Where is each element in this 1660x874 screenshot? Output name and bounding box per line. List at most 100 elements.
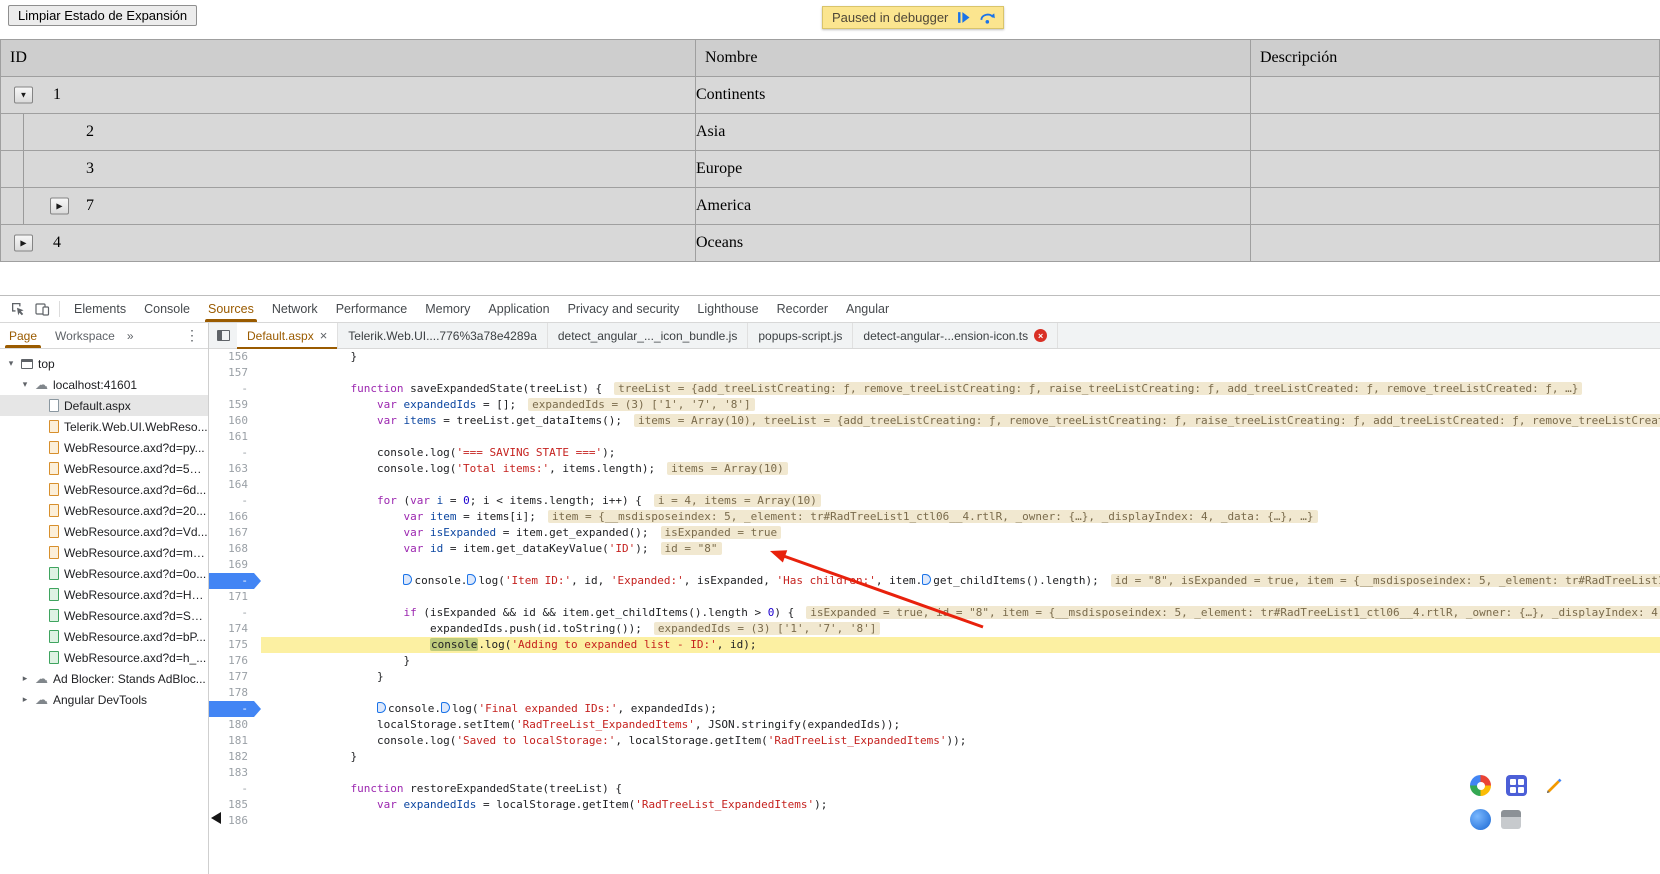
- collapse-row-button[interactable]: ▼: [14, 86, 33, 104]
- line-number[interactable]: 167: [209, 525, 261, 541]
- line-number[interactable]: -: [209, 493, 261, 509]
- panel-tab-lighthouse[interactable]: Lighthouse: [688, 296, 767, 322]
- close-tab-icon[interactable]: ×: [320, 328, 328, 343]
- panel-tab-recorder[interactable]: Recorder: [768, 296, 837, 322]
- resume-script-icon[interactable]: [956, 10, 971, 25]
- panel-tab-memory[interactable]: Memory: [416, 296, 479, 322]
- twisty-closed-icon[interactable]: ▸: [20, 694, 30, 705]
- inline-breakpoint-icon[interactable]: [922, 574, 932, 585]
- panel-tab-network[interactable]: Network: [263, 296, 327, 322]
- line-number[interactable]: 177: [209, 669, 261, 685]
- tree-item-webresource-axd-d-h[interactable]: WebResource.axd?d=h_...: [0, 647, 208, 668]
- pencil-extension-icon[interactable]: [1543, 775, 1565, 797]
- clear-expansion-state-button[interactable]: Limpiar Estado de Expansión: [8, 5, 198, 26]
- line-number[interactable]: 160: [209, 413, 261, 429]
- code-token: console.log(: [271, 446, 457, 459]
- line-number[interactable]: 182: [209, 749, 261, 765]
- gray-extension-icon[interactable]: [1501, 810, 1521, 829]
- tree-item-telerik-web-ui-webreso[interactable]: Telerik.Web.UI.WebReso...: [0, 416, 208, 437]
- tree-item-webresource-axd-d-bp[interactable]: WebResource.axd?d=bP...: [0, 626, 208, 647]
- tree-item-webresource-axd-d-0o[interactable]: WebResource.axd?d=0o...: [0, 563, 208, 584]
- triangle-right-icon: ▶: [56, 201, 63, 211]
- line-number[interactable]: -: [209, 605, 261, 621]
- code-token: , id);: [716, 638, 757, 651]
- tree-item-webresource-axd-d-20[interactable]: WebResource.axd?d=20...: [0, 500, 208, 521]
- line-number[interactable]: 178: [209, 685, 261, 701]
- panel-tab-privacy-and-security[interactable]: Privacy and security: [559, 296, 689, 322]
- file-tab-detect-angular-ension-icon-ts[interactable]: detect-angular-...ension-icon.ts ×: [853, 323, 1059, 348]
- line-number[interactable]: 161: [209, 429, 261, 445]
- panel-tab-application[interactable]: Application: [479, 296, 558, 322]
- inline-breakpoint-icon[interactable]: [440, 702, 450, 713]
- cloud-icon: ☁: [35, 692, 48, 707]
- line-number[interactable]: 175: [209, 637, 261, 653]
- line-number[interactable]: 168: [209, 541, 261, 557]
- file-tab-telerik-web-ui-776-3a78e4289a[interactable]: Telerik.Web.UI....776%3a78e4289a: [338, 323, 548, 348]
- navigator-toggle-icon[interactable]: [209, 323, 237, 348]
- line-number[interactable]: 156: [209, 349, 261, 365]
- tree-item-ad-blocker-stands-adbloc[interactable]: ▸ ☁ Ad Blocker: Stands AdBloc...: [0, 668, 208, 689]
- file-tab-popups-script-js[interactable]: popups-script.js: [748, 323, 854, 348]
- line-number[interactable]: 174: [209, 621, 261, 637]
- inspect-element-icon[interactable]: [6, 297, 30, 321]
- file-tab-detect-angular-icon-bundle-js[interactable]: detect_angular_..._icon_bundle.js: [548, 323, 749, 348]
- expand-row-button[interactable]: ▶: [14, 234, 33, 252]
- expand-row-button[interactable]: ▶: [50, 197, 69, 215]
- line-number[interactable]: 171: [209, 589, 261, 605]
- line-number[interactable]: -: [209, 381, 261, 397]
- navigator-menu-icon[interactable]: ⋮: [176, 327, 208, 344]
- tree-item-default-aspx[interactable]: Default.aspx: [0, 395, 208, 416]
- code-editor[interactable]: 156 } 157- function saveExpandedState(tre…: [209, 349, 1660, 874]
- tree-item-webresource-axd-d-hg[interactable]: WebResource.axd?d=HG...: [0, 584, 208, 605]
- twisty-open-icon[interactable]: ▾: [6, 358, 16, 369]
- panel-tab-elements[interactable]: Elements: [65, 296, 135, 322]
- tree-item-webresource-axd-d-sr[interactable]: WebResource.axd?d=SR...: [0, 605, 208, 626]
- editor-scroll-left-arrow[interactable]: [211, 812, 221, 824]
- navigator-tab-workspace[interactable]: Workspace: [46, 323, 124, 348]
- line-number[interactable]: 180: [209, 717, 261, 733]
- line-number[interactable]: 159: [209, 397, 261, 413]
- panel-tab-performance[interactable]: Performance: [327, 296, 417, 322]
- tree-item-webresource-axd-d-py[interactable]: WebResource.axd?d=py...: [0, 437, 208, 458]
- line-number[interactable]: 176: [209, 653, 261, 669]
- line-number[interactable]: -: [209, 781, 261, 797]
- tree-item-webresource-axd-d-m4[interactable]: WebResource.axd?d=m4...: [0, 542, 208, 563]
- line-number[interactable]: 185: [209, 797, 261, 813]
- step-over-icon[interactable]: [979, 10, 996, 25]
- tree-item-localhost-41601[interactable]: ▾ ☁ localhost:41601: [0, 374, 208, 395]
- line-number[interactable]: -: [209, 445, 261, 461]
- more-tabs-icon[interactable]: »: [124, 329, 137, 343]
- tree-item-webresource-axd-d-5n[interactable]: WebResource.axd?d=5N...: [0, 458, 208, 479]
- twisty-closed-icon[interactable]: ▸: [20, 673, 30, 684]
- panel-tab-console[interactable]: Console: [135, 296, 199, 322]
- triangle-right-icon: ▶: [20, 238, 27, 248]
- line-number[interactable]: 181: [209, 733, 261, 749]
- treelist-table: ID Nombre Descripción ▼ 1 Continents 2 Asia 3…: [0, 39, 1660, 262]
- line-number[interactable]: 164: [209, 477, 261, 493]
- inline-breakpoint-icon[interactable]: [376, 702, 386, 713]
- inline-breakpoint-icon[interactable]: [467, 574, 477, 585]
- blue-circle-extension-icon[interactable]: [1470, 809, 1491, 830]
- tree-item-webresource-axd-d-6d[interactable]: WebResource.axd?d=6d...: [0, 479, 208, 500]
- line-number[interactable]: 163: [209, 461, 261, 477]
- tree-item-angular-devtools[interactable]: ▸ ☁ Angular DevTools: [0, 689, 208, 710]
- blue-grid-extension-icon[interactable]: [1506, 775, 1527, 796]
- tree-item-top[interactable]: ▾ top: [0, 353, 208, 374]
- panel-tab-sources[interactable]: Sources: [199, 296, 263, 322]
- tree-item-label: WebResource.axd?d=m4...: [64, 545, 208, 560]
- navigator-tab-page[interactable]: Page: [0, 323, 46, 348]
- line-number[interactable]: 169: [209, 557, 261, 573]
- line-number[interactable]: 157: [209, 365, 261, 381]
- tree-item-webresource-axd-d-vd[interactable]: WebResource.axd?d=Vd...: [0, 521, 208, 542]
- line-number[interactable]: 183: [209, 765, 261, 781]
- breakpoint-marker[interactable]: -: [209, 701, 261, 717]
- line-number[interactable]: 166: [209, 509, 261, 525]
- panel-tab-angular[interactable]: Angular: [837, 296, 898, 322]
- inline-breakpoint-icon[interactable]: [403, 574, 413, 585]
- device-toolbar-icon[interactable]: [30, 297, 54, 321]
- colorful-wheel-icon[interactable]: [1470, 775, 1491, 796]
- file-tab-default-aspx[interactable]: Default.aspx ×: [237, 323, 339, 349]
- twisty-open-icon[interactable]: ▾: [20, 379, 30, 390]
- breakpoint-marker[interactable]: -: [209, 573, 261, 589]
